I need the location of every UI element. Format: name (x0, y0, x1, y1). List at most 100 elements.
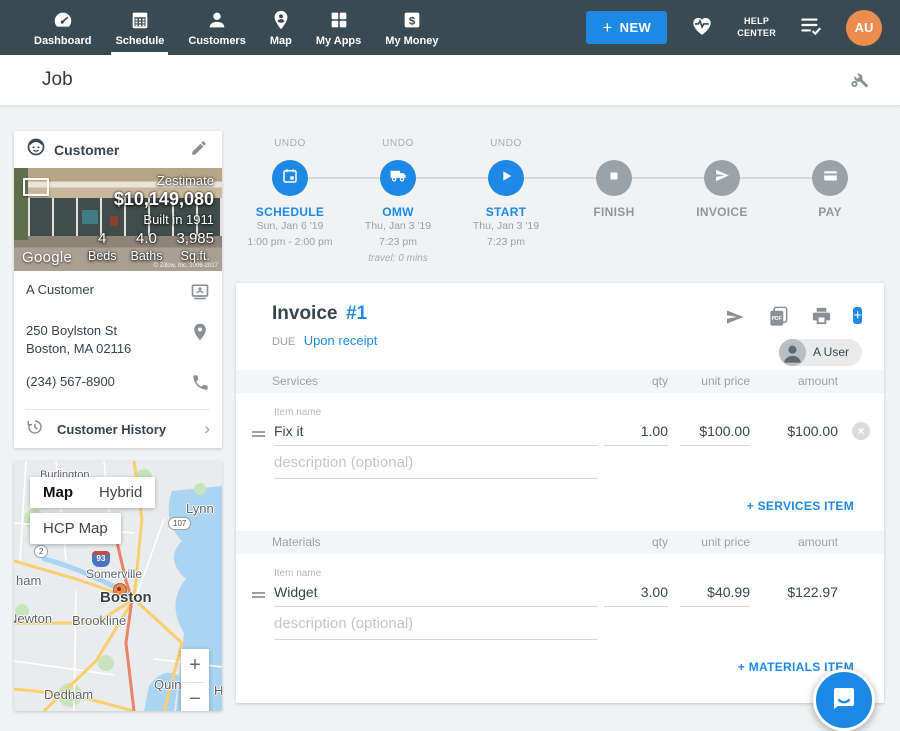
finish-step-button[interactable] (596, 160, 632, 196)
customer-history-label: Customer History (57, 422, 166, 437)
invoice-step-button[interactable] (704, 160, 740, 196)
material-description-input[interactable] (274, 611, 598, 640)
material-name-input[interactable] (274, 581, 598, 607)
chevron-right-icon: › (204, 419, 210, 439)
delete-cell: × (838, 422, 884, 446)
step-label: PAY (776, 205, 884, 219)
service-item-row: Item name $100.00 × (236, 407, 884, 446)
page-title: Job (42, 69, 73, 91)
service-qty-input[interactable] (604, 420, 668, 446)
address-line2: Boston, MA 02116 (26, 341, 131, 356)
invoice-number: #1 (346, 303, 367, 324)
step-date: Thu, Jan 3 '19 (344, 219, 452, 235)
nav-label: Schedule (115, 35, 164, 47)
chat-fab-button[interactable] (813, 669, 875, 731)
qty-column-header: qty (598, 374, 668, 388)
hcp-map-button[interactable]: HCP Map (30, 513, 121, 544)
nav-item-my-money[interactable]: $ My Money (373, 0, 450, 55)
user-avatar[interactable]: AU (846, 10, 882, 46)
add-services-row: + SERVICES ITEM (236, 479, 884, 531)
start-step-button[interactable] (488, 160, 524, 196)
map-type-buttons: Map Hybrid (30, 477, 155, 508)
undo-schedule-link[interactable]: UNDO (236, 138, 344, 152)
nav-item-schedule[interactable]: Schedule (103, 0, 176, 55)
printer-icon (810, 316, 833, 331)
materials-section-label: Materials (272, 535, 598, 549)
undo-spacer (776, 138, 884, 152)
drag-handle[interactable] (252, 590, 265, 600)
service-description-input[interactable] (274, 450, 598, 479)
map-label-boston: Boston (100, 589, 152, 606)
play-icon (498, 168, 514, 189)
hybrid-button[interactable]: Hybrid (86, 477, 155, 508)
undo-start-link[interactable]: UNDO (452, 138, 560, 152)
unit-price-cell (680, 581, 750, 607)
map-label-dedham: Dedham (44, 687, 93, 702)
customer-history-row[interactable]: Customer History › (26, 409, 210, 448)
property-photo[interactable]: Zestimate $10,149,080 Built in 1911 4 4.… (14, 168, 222, 271)
map-label-lynn: Lynn (186, 501, 214, 516)
add-materials-row: + MATERIALS ITEM (236, 640, 884, 692)
pdf-button[interactable]: PDF (767, 305, 790, 327)
item-name-label: Item name (274, 407, 598, 418)
invoice-actions: PDF + (723, 305, 862, 327)
health-heart-icon[interactable] (689, 12, 715, 43)
material-item-row: Item name $122.97 (236, 568, 884, 607)
service-name-input[interactable] (274, 420, 598, 446)
undo-spacer (668, 138, 776, 152)
services-header: Services qty unit price amount (236, 370, 884, 393)
sqft-value: 3,985 (176, 230, 214, 247)
map-card[interactable]: Burlington Lynn 107 2 93 Somerville ham … (14, 461, 222, 711)
task-list-icon[interactable] (798, 12, 824, 43)
new-button[interactable]: + NEW (586, 11, 667, 44)
item-name-cell: Item name (274, 568, 598, 607)
send-icon (714, 167, 731, 189)
material-price-input[interactable] (680, 581, 750, 607)
map-label-hingham: Hi (214, 683, 222, 698)
help-center-line2: CENTER (737, 28, 776, 40)
baths-value: 4.0 (136, 230, 157, 247)
route-107-shield: 107 (168, 517, 191, 530)
google-logo: Google (22, 249, 72, 266)
nav-item-dashboard[interactable]: Dashboard (22, 0, 103, 55)
zoom-in-button[interactable]: + (181, 649, 209, 682)
truck-icon (389, 166, 408, 190)
print-button[interactable] (810, 305, 833, 327)
person-pin-icon (270, 9, 292, 31)
schedule-step-button[interactable] (272, 160, 308, 196)
drag-handle[interactable] (252, 429, 265, 439)
add-services-item-link[interactable]: + SERVICES ITEM (741, 498, 860, 514)
map-label-newton: Newton (14, 611, 52, 626)
job-tools-button[interactable] (844, 64, 874, 97)
edit-customer-button[interactable] (188, 137, 210, 162)
undo-omw-link[interactable]: UNDO (344, 138, 452, 152)
material-amount: $122.97 (750, 584, 838, 607)
calendar-event-icon (281, 167, 299, 190)
photo-copyright: © Zillow, Inc. 2006-2017 (154, 263, 218, 269)
invoice-header: Invoice #1 DUE Upon receipt PDF (236, 283, 884, 370)
nav-item-customers[interactable]: Customers (176, 0, 257, 55)
customer-address: 250 Boylston St Boston, MA 02116 (26, 322, 131, 357)
due-terms-link[interactable]: Upon receipt (304, 333, 378, 348)
unit-price-column-header: unit price (668, 374, 750, 388)
omw-step-button[interactable] (380, 160, 416, 196)
assigned-user-chip[interactable]: A User (779, 339, 862, 366)
pay-step-button[interactable] (812, 160, 848, 196)
add-invoice-button[interactable]: + (853, 305, 862, 327)
service-description-row (236, 450, 884, 479)
service-amount: $100.00 (750, 423, 838, 446)
nav-label: Customers (188, 35, 245, 47)
nav-label: Map (270, 35, 292, 47)
help-center-link[interactable]: HELP CENTER (737, 16, 776, 39)
material-qty-input[interactable] (604, 581, 668, 607)
map-button[interactable]: Map (30, 477, 86, 508)
service-price-input[interactable] (680, 420, 750, 446)
nav-item-my-apps[interactable]: My Apps (304, 0, 373, 55)
beds-value: 4 (98, 230, 106, 247)
zoom-out-button[interactable]: − (181, 683, 209, 711)
delete-service-item-button[interactable]: × (852, 422, 870, 440)
nav-item-map[interactable]: Map (258, 0, 304, 55)
send-invoice-button[interactable] (723, 305, 747, 327)
travel-note: travel: 0 mins (344, 251, 452, 266)
step-label: START (452, 205, 560, 219)
